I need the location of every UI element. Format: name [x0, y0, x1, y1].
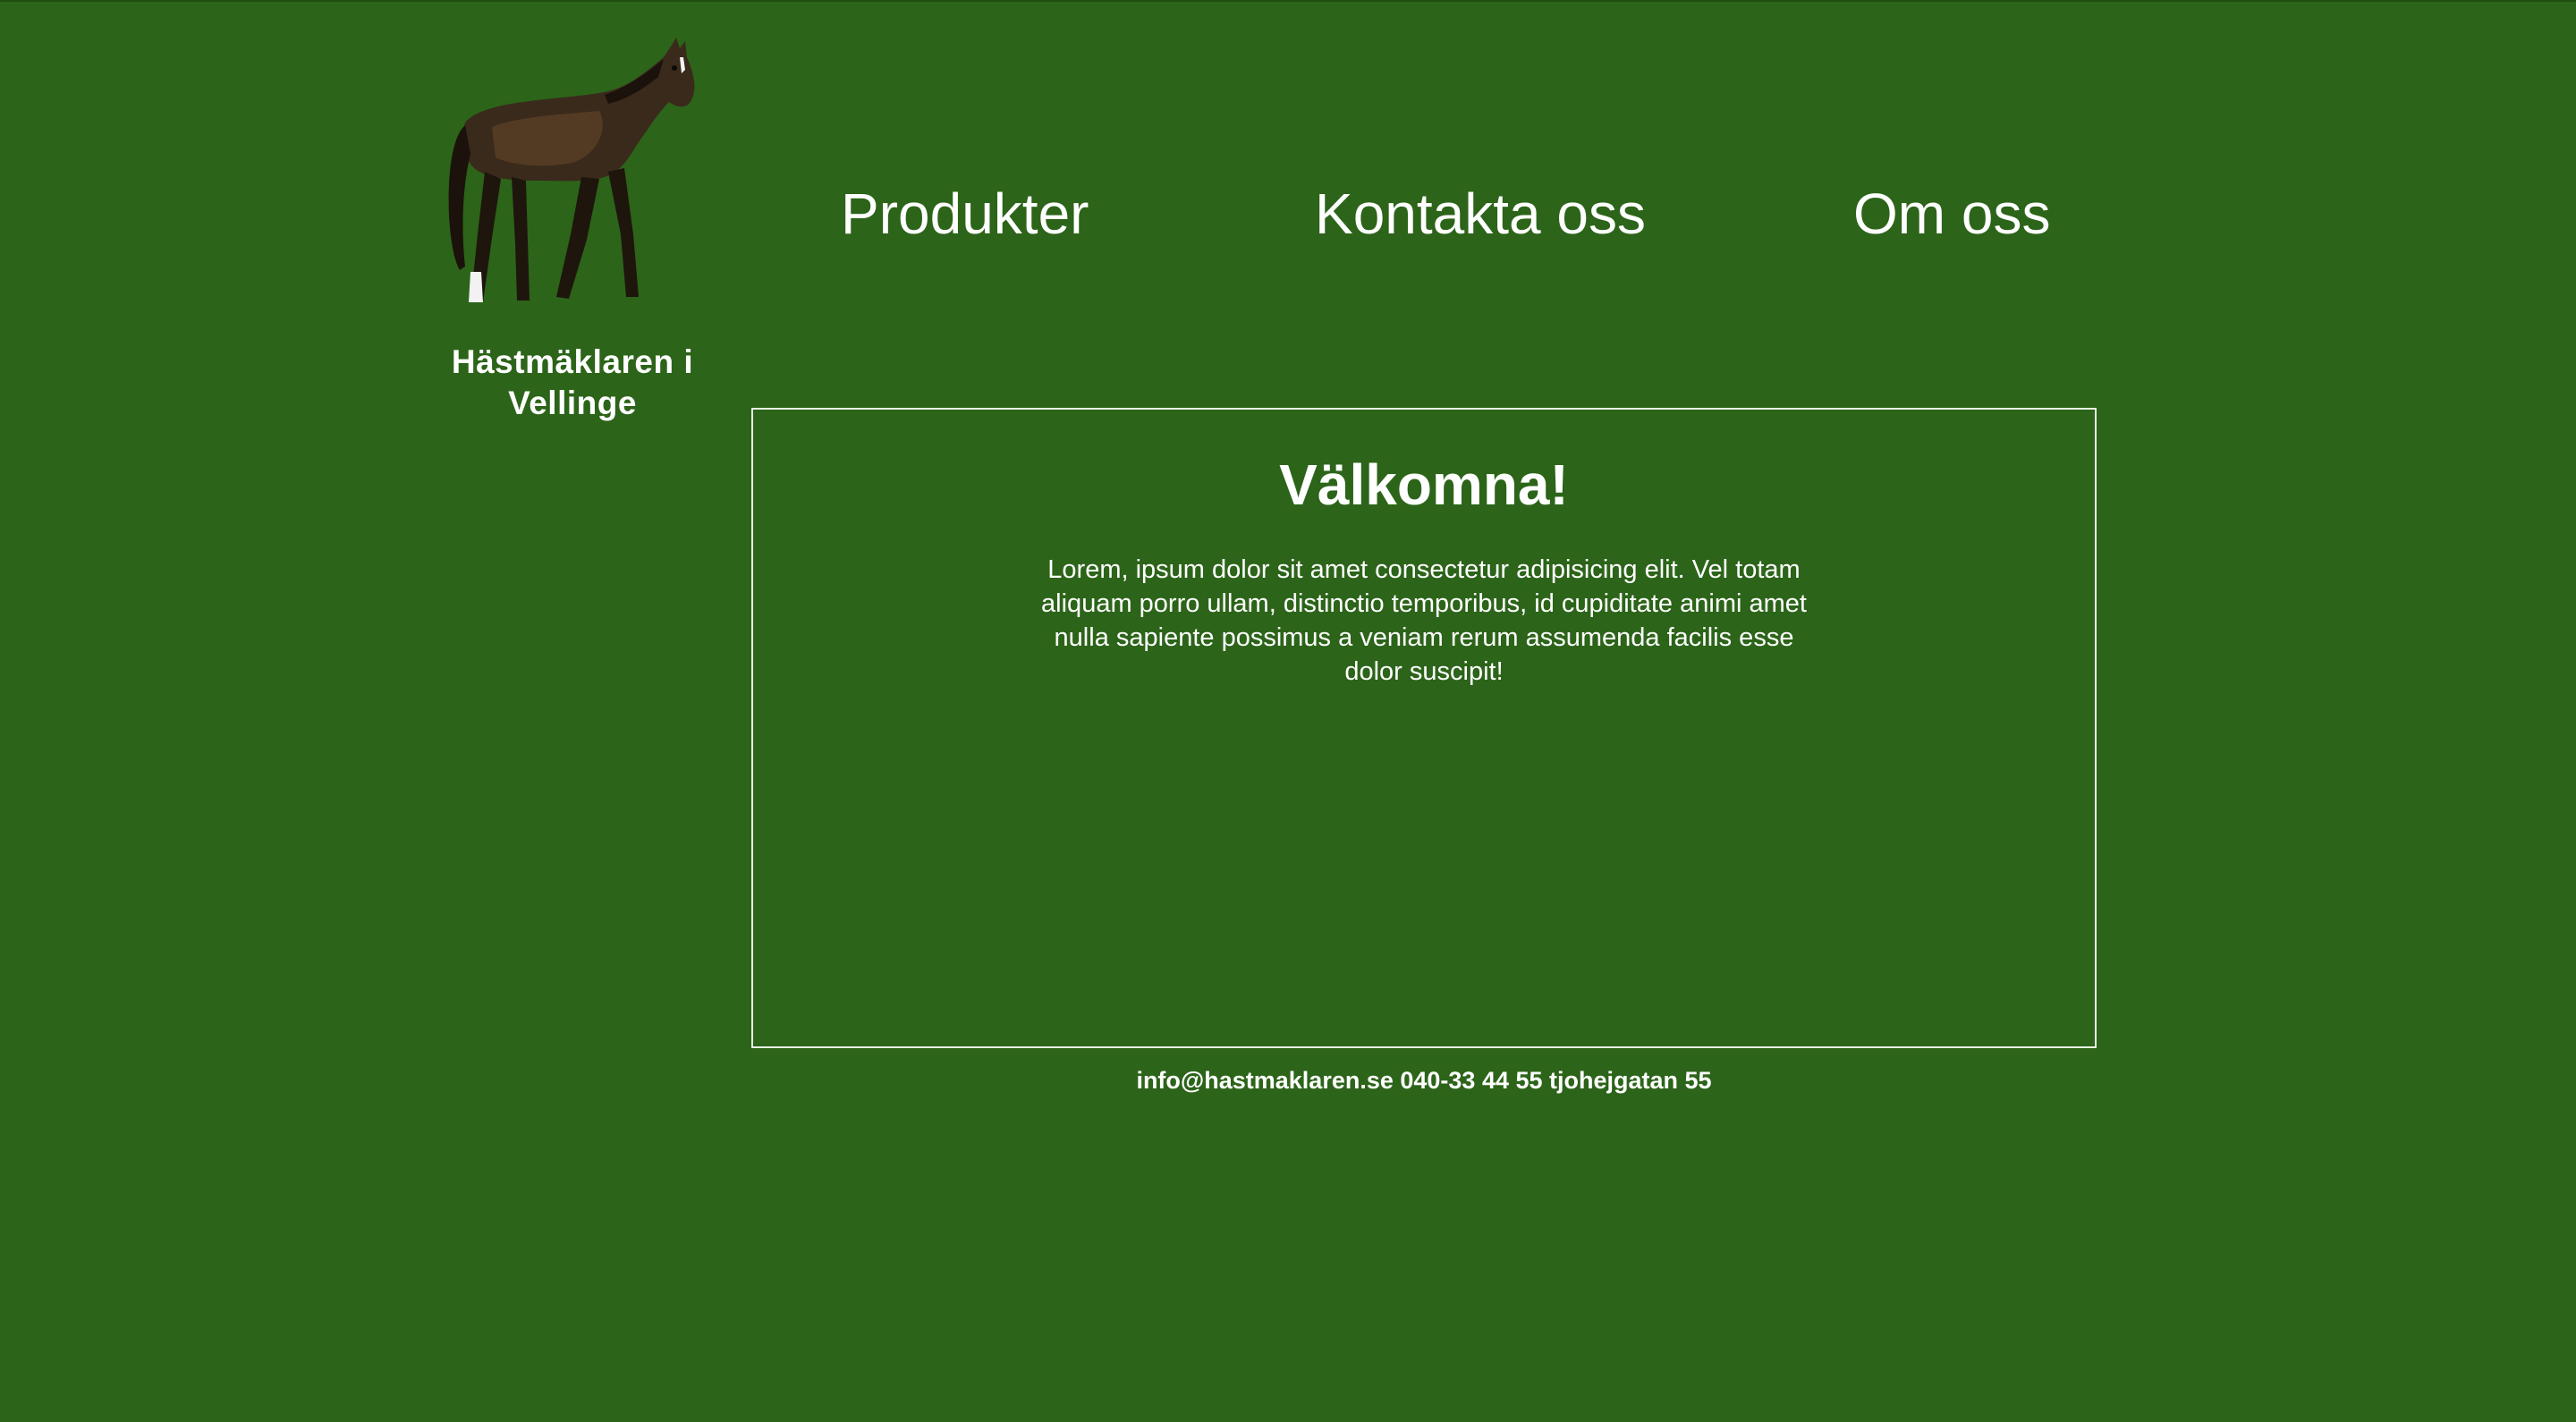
page-title: Välkomna!: [1279, 453, 1569, 517]
brand-name: Hästmäklaren i Vellinge: [451, 343, 694, 421]
page: Hästmäklaren i Vellinge Produkter Kontak…: [0, 0, 2576, 1422]
horse-icon: [448, 38, 695, 302]
logo-block[interactable]: Hästmäklaren i Vellinge: [394, 38, 751, 424]
welcome-text: Lorem, ipsum dolor sit amet consectetur …: [1041, 555, 1807, 686]
nav-item-produkter[interactable]: Produkter: [841, 174, 1089, 254]
nav-item-kontakta-oss[interactable]: Kontakta oss: [1315, 174, 1646, 254]
footer-contact: info@hastmaklaren.se 040-33 44 55 tjohej…: [1136, 1067, 1712, 1094]
content-box: Välkomna! Lorem, ipsum dolor sit amet co…: [751, 408, 2097, 1048]
main-nav: Produkter Kontakta oss Om oss: [751, 174, 2097, 254]
nav-item-om-oss[interactable]: Om oss: [1853, 174, 2050, 254]
